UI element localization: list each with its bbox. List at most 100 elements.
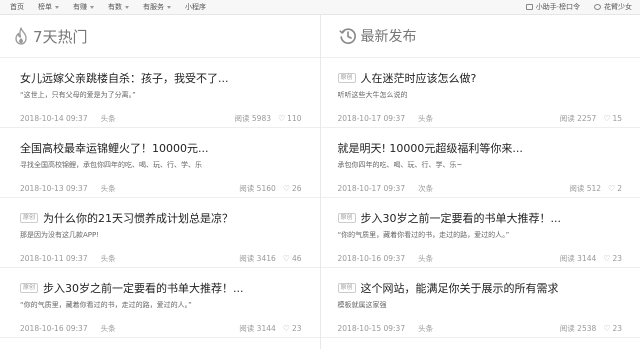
article-date: 2018-10-14 09:37 bbox=[20, 114, 88, 123]
article-date: 2018-10-15 09:37 bbox=[338, 324, 406, 333]
heart-icon: ♡ bbox=[608, 184, 615, 193]
latest-column: 最新发布 原创人在迷茫时应该怎么做? 听听这些大牛怎么说的 2018-10-17… bbox=[321, 15, 640, 349]
article-title[interactable]: 女儿远嫁父亲跳楼自杀：孩子，我受不了... bbox=[20, 70, 229, 86]
article-summary: “这世上，只有父母的爱是为了分离。” bbox=[20, 90, 136, 100]
article-title[interactable]: 就是明天! 10000元超级福利等你来... bbox=[338, 140, 523, 156]
article-title[interactable]: 原创人在迷茫时应该怎么做? bbox=[338, 70, 477, 86]
hot-column: 7天热门 女儿远嫁父亲跳楼自杀：孩子，我受不了... “这世上，只有父母的爱是为… bbox=[0, 15, 321, 349]
history-clock-icon bbox=[339, 27, 357, 45]
article-title[interactable]: 全国高校最幸运锦鲤火了！10000元... bbox=[20, 140, 208, 156]
content-columns: 7天热门 女儿远嫁父亲跳楼自杀：孩子，我受不了... “这世上，只有父母的爱是为… bbox=[0, 15, 640, 349]
article-item[interactable]: 女儿远嫁父亲跳楼自杀：孩子，我受不了... “这世上，只有父母的爱是为了分离。”… bbox=[0, 58, 320, 128]
like-count: 23 bbox=[612, 254, 622, 263]
like-count: 23 bbox=[292, 324, 302, 333]
nav-earn[interactable]: 有赚 bbox=[73, 2, 94, 12]
user-menu[interactable]: 花臂少女 bbox=[594, 2, 632, 12]
read-count: 阅读 3144 bbox=[239, 323, 275, 334]
article-date: 2018-10-16 09:37 bbox=[338, 254, 406, 263]
read-count: 阅读 3144 bbox=[560, 253, 596, 264]
user-icon bbox=[594, 4, 601, 10]
article-position: 头条 bbox=[418, 323, 433, 334]
article-date: 2018-10-11 09:37 bbox=[20, 254, 88, 263]
article-position: 头条 bbox=[101, 113, 116, 124]
heart-icon: ♡ bbox=[283, 324, 290, 333]
article-position: 头条 bbox=[418, 113, 433, 124]
nav-data[interactable]: 有数 bbox=[108, 2, 129, 12]
article-date: 2018-10-17 09:37 bbox=[338, 184, 406, 193]
article-stats: 阅读 5983 ♡ 110 bbox=[235, 113, 302, 124]
hot-title: 7天热门 bbox=[33, 26, 88, 47]
heart-icon: ♡ bbox=[283, 254, 290, 263]
like-count: 23 bbox=[612, 324, 622, 333]
article-date: 2018-10-16 09:37 bbox=[20, 324, 88, 333]
article-position: 次条 bbox=[418, 183, 433, 194]
nav-links: 首页 榜单 有赚 有数 有服务 小程序 bbox=[0, 2, 220, 12]
article-summary: 那是因为没有这几款APP! bbox=[20, 230, 99, 240]
nav-right: 小助手·榜口令 花臂少女 bbox=[512, 0, 632, 14]
article-title[interactable]: 原创为什么你的21天习惯养成计划总是凉？ bbox=[20, 210, 233, 226]
article-stats: 阅读 2257 ♡ 15 bbox=[560, 113, 622, 124]
read-count: 阅读 2257 bbox=[560, 113, 596, 124]
article-title[interactable]: 原创步入30岁之前一定要看的书单大推荐！... bbox=[338, 210, 562, 226]
article-position: 头条 bbox=[101, 253, 116, 264]
article-date: 2018-10-13 09:37 bbox=[20, 184, 88, 193]
chevron-down-icon bbox=[167, 6, 171, 9]
heart-icon: ♡ bbox=[283, 184, 290, 193]
latest-title: 最新发布 bbox=[361, 26, 417, 46]
like-count: 2 bbox=[617, 184, 622, 193]
assistant-icon bbox=[526, 4, 533, 10]
article-position: 头条 bbox=[101, 323, 116, 334]
article-meta: 2018-10-15 09:37 头条 阅读 2538 ♡ 23 bbox=[338, 323, 623, 334]
article-meta: 2018-10-13 09:37 头条 阅读 5160 ♡ 26 bbox=[20, 183, 302, 194]
original-badge: 原创 bbox=[338, 73, 356, 83]
chevron-down-icon bbox=[90, 6, 94, 9]
article-date: 2018-10-17 09:37 bbox=[338, 114, 406, 123]
like-count: 110 bbox=[287, 114, 301, 123]
like-count: 46 bbox=[292, 254, 302, 263]
article-position: 头条 bbox=[418, 253, 433, 264]
original-badge: 原创 bbox=[338, 283, 356, 293]
heart-icon: ♡ bbox=[603, 254, 610, 263]
like-count: 15 bbox=[612, 114, 622, 123]
nav-home[interactable]: 首页 bbox=[10, 2, 24, 12]
read-count: 阅读 2538 bbox=[560, 323, 596, 334]
article-meta: 2018-10-17 09:37 次条 阅读 512 ♡ 2 bbox=[338, 183, 623, 194]
nav-services[interactable]: 有服务 bbox=[143, 2, 171, 12]
article-meta: 2018-10-16 09:37 头条 阅读 3144 ♡ 23 bbox=[338, 253, 623, 264]
latest-header: 最新发布 bbox=[321, 15, 640, 58]
article-stats: 阅读 3144 ♡ 23 bbox=[239, 323, 301, 334]
article-item[interactable]: 原创这个网站，能满足你关于展示的所有需求 模板就属这家强 2018-10-15 … bbox=[321, 268, 640, 338]
article-summary: 听听这些大牛怎么说的 bbox=[338, 90, 408, 100]
article-item[interactable]: 就是明天! 10000元超级福利等你来... 承包你四年的吃、喝、玩、行、学、乐… bbox=[321, 128, 640, 198]
article-meta: 2018-10-16 09:37 头条 阅读 3144 ♡ 23 bbox=[20, 323, 302, 334]
heart-icon: ♡ bbox=[603, 324, 610, 333]
chevron-down-icon bbox=[55, 6, 59, 9]
article-position: 头条 bbox=[101, 183, 116, 194]
article-stats: 阅读 3144 ♡ 23 bbox=[560, 253, 622, 264]
nav-miniprogram[interactable]: 小程序 bbox=[185, 2, 206, 12]
original-badge: 原创 bbox=[20, 213, 38, 223]
article-item[interactable]: 原创为什么你的21天习惯养成计划总是凉？ 那是因为没有这几款APP! 2018-… bbox=[0, 198, 320, 268]
article-summary: 承包你四年的吃、喝、玩、行、学、乐~ bbox=[338, 160, 463, 170]
article-item[interactable]: 全国高校最幸运锦鲤火了！10000元... 寻找全国高校锦鲤，承包你四年的吃、喝… bbox=[0, 128, 320, 198]
article-stats: 阅读 5160 ♡ 26 bbox=[239, 183, 301, 194]
heart-icon: ♡ bbox=[603, 114, 610, 123]
read-count: 阅读 512 bbox=[569, 183, 601, 194]
article-meta: 2018-10-11 09:37 头条 阅读 3416 ♡ 46 bbox=[20, 253, 302, 264]
heart-icon: ♡ bbox=[278, 114, 285, 123]
assistant-link[interactable]: 小助手·榜口令 bbox=[526, 2, 580, 12]
article-title[interactable]: 原创这个网站，能满足你关于展示的所有需求 bbox=[338, 280, 559, 296]
flame-icon bbox=[13, 27, 29, 45]
article-stats: 阅读 512 ♡ 2 bbox=[569, 183, 622, 194]
chevron-down-icon bbox=[125, 6, 129, 9]
nav-rankings[interactable]: 榜单 bbox=[38, 2, 59, 12]
article-summary: “你的气质里，藏着你看过的书，走过的路，爱过的人。” bbox=[20, 300, 192, 310]
article-title[interactable]: 原创步入30岁之前一定要看的书单大推荐！... bbox=[20, 280, 244, 296]
article-stats: 阅读 2538 ♡ 23 bbox=[560, 323, 622, 334]
article-item[interactable]: 原创人在迷茫时应该怎么做? 听听这些大牛怎么说的 2018-10-17 09:3… bbox=[321, 58, 640, 128]
article-item[interactable]: 原创步入30岁之前一定要看的书单大推荐！... “你的气质里，藏着你看过的书，走… bbox=[321, 198, 640, 268]
hot-header: 7天热门 bbox=[0, 15, 320, 58]
article-summary: 模板就属这家强 bbox=[338, 300, 387, 310]
like-count: 26 bbox=[292, 184, 302, 193]
article-item[interactable]: 原创步入30岁之前一定要看的书单大推荐！... “你的气质里，藏着你看过的书，走… bbox=[0, 268, 320, 338]
